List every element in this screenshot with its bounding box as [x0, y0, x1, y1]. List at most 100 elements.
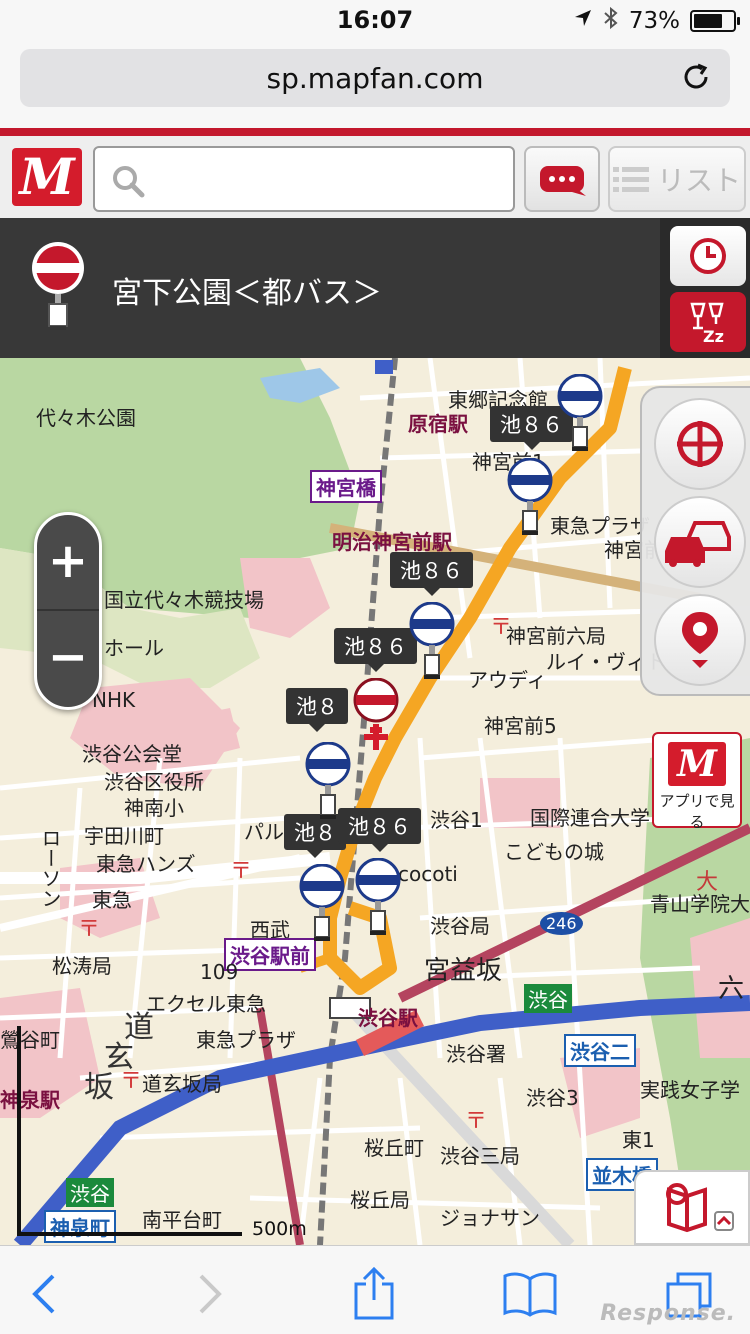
- list-label: リスト: [656, 164, 741, 197]
- bus-stop-pin[interactable]: [556, 374, 604, 456]
- map-label: 109: [200, 960, 239, 984]
- watermark: Response.: [600, 1301, 736, 1326]
- map-action-panel: [640, 386, 750, 696]
- search-icon: [113, 166, 145, 198]
- bus-stop-pin[interactable]: [354, 858, 402, 940]
- search-input[interactable]: [93, 146, 515, 212]
- map-label: ローソン: [38, 828, 62, 908]
- map-label: 神宮前5: [484, 714, 557, 738]
- map-label: 神宮橋: [310, 470, 382, 503]
- map-label: 東1: [622, 1128, 655, 1152]
- location-arrow-icon: [573, 8, 593, 34]
- map-label: 渋谷3: [526, 1086, 579, 1110]
- battery-icon: [690, 10, 740, 32]
- open-app-button[interactable]: M アプリで見る: [652, 732, 742, 831]
- browser-bar: sp.mapfan.com: [0, 40, 750, 128]
- zoom-out-button[interactable]: −: [37, 611, 99, 707]
- map-label: 桜丘局: [350, 1188, 410, 1212]
- bus-stop-pin[interactable]: [304, 742, 352, 824]
- map-label: 神宮前六局: [506, 624, 606, 648]
- map-label: cocoti: [398, 862, 458, 886]
- timetable-button[interactable]: [670, 226, 746, 286]
- map-label: ホール: [104, 636, 164, 660]
- traffic-cars-icon: [665, 521, 731, 567]
- svg-text:Zz: Zz: [703, 327, 724, 344]
- back-button[interactable]: [14, 1266, 74, 1322]
- map-label: 渋谷二: [564, 1034, 636, 1067]
- mapfan-logo[interactable]: M: [12, 148, 82, 206]
- map-label-station: 明治神宮前駅: [332, 530, 452, 554]
- map-menu-button[interactable]: [634, 1170, 750, 1245]
- list-button[interactable]: リスト: [608, 146, 746, 212]
- chevron-right-icon: [199, 1274, 222, 1314]
- reload-icon[interactable]: [676, 57, 716, 97]
- route-246-sign: 246: [540, 912, 583, 935]
- open-app-label: アプリで見る: [659, 792, 735, 831]
- map-label: 渋谷署: [446, 1042, 506, 1066]
- url-text: sp.mapfan.com: [266, 62, 484, 95]
- app-header: M リスト: [0, 136, 750, 218]
- map-label: 東急: [92, 888, 132, 912]
- map-label: 渋谷局: [430, 914, 490, 938]
- map-label: 渋谷区役所: [104, 770, 204, 794]
- nightlife-button[interactable]: Zz: [670, 292, 746, 352]
- zoom-control: + −: [34, 512, 102, 710]
- url-field[interactable]: sp.mapfan.com: [20, 49, 730, 107]
- zoom-in-button[interactable]: +: [37, 515, 99, 611]
- speech-bubble-icon: [540, 166, 586, 196]
- forward-button[interactable]: [180, 1266, 240, 1322]
- route-callout[interactable]: 池８６: [334, 628, 417, 672]
- list-icon: [612, 167, 649, 192]
- share-icon: [354, 1266, 394, 1320]
- map-layers-icon: [666, 1182, 734, 1232]
- map-label: 渋谷1: [430, 808, 483, 832]
- map-label: ジョナサン: [440, 1206, 540, 1230]
- battery-percent: 73%: [628, 8, 680, 34]
- mapfan-app-logo: M: [668, 742, 726, 786]
- map-label-station: 渋谷駅: [358, 1006, 418, 1030]
- status-right: 73%: [573, 6, 740, 36]
- bluetooth-icon: [603, 6, 619, 36]
- map-label: 宇田川町: [84, 824, 164, 848]
- header-accent-line: [0, 128, 750, 136]
- bus-stop-pin[interactable]: [298, 864, 346, 946]
- chat-button[interactable]: [524, 146, 600, 212]
- map-label: 松涛局: [52, 954, 112, 978]
- stop-name: 宮下公園＜都バス＞: [112, 276, 382, 311]
- bookmarks-button[interactable]: [500, 1266, 560, 1322]
- route-callout[interactable]: 池８６: [390, 552, 473, 596]
- book-icon: [503, 1272, 557, 1317]
- clock-icon: [690, 238, 726, 274]
- share-button[interactable]: [344, 1266, 404, 1322]
- map-label: 桜丘町: [364, 1136, 424, 1160]
- crosshair-icon: [677, 421, 723, 467]
- stop-info-bar[interactable]: 宮下公園＜都バス＞: [0, 218, 750, 358]
- map-label: 宮益坂: [424, 956, 503, 986]
- map-label: エクセル東急: [146, 992, 266, 1016]
- chevron-left-icon: [32, 1274, 55, 1314]
- bus-stop-pin[interactable]: [408, 602, 456, 684]
- map-label: アウディ: [468, 668, 547, 692]
- map-label: 神南小: [124, 796, 184, 820]
- status-bar: 16:07 73%: [0, 0, 750, 40]
- drop-pin-button[interactable]: [654, 594, 746, 686]
- bus-stop-pin[interactable]: [506, 458, 554, 540]
- current-location-button[interactable]: [654, 398, 746, 490]
- map-label: 渋谷: [524, 984, 572, 1013]
- map-view[interactable]: 〒〒〒 〒〒〒 代々木公園 原宿駅 神宮橋 明治神宮前駅 東郷記念館 神宮前1 …: [0, 358, 750, 1245]
- svg-text:〒: 〒: [78, 917, 100, 942]
- map-label: 六: [718, 974, 745, 1004]
- map-label: こどもの城: [504, 840, 604, 864]
- map-label: 東急ハンズ: [96, 852, 196, 876]
- route-callout[interactable]: 池８: [286, 688, 348, 732]
- map-label: 国立代々木競技場: [104, 588, 264, 612]
- map-label: 大: [696, 870, 719, 895]
- map-pin-icon: [682, 612, 718, 668]
- map-label: 国際連合大学: [530, 806, 650, 830]
- browser-toolbar: Response.: [0, 1245, 750, 1334]
- svg-text:〒: 〒: [465, 1109, 487, 1134]
- map-label: 渋谷三局: [440, 1144, 520, 1168]
- map-label: 実践女子学: [640, 1078, 740, 1102]
- selected-bus-stop-pin[interactable]: [352, 678, 400, 760]
- traffic-button[interactable]: [654, 496, 746, 588]
